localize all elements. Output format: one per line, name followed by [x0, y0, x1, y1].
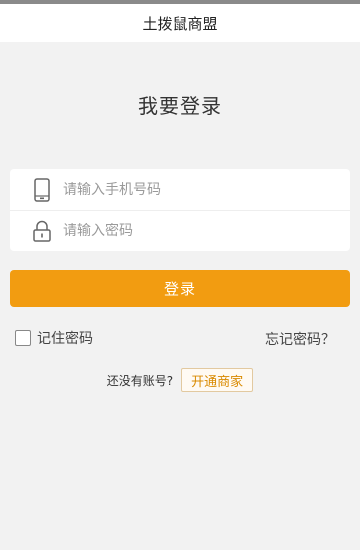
page-title: 我要登录: [138, 94, 222, 118]
phone-icon: [31, 177, 53, 203]
lock-icon: [31, 218, 53, 244]
login-form: [10, 169, 350, 251]
register-prompt: 还没有账号?: [106, 373, 174, 388]
password-input[interactable]: [63, 222, 313, 239]
login-button[interactable]: 登录: [10, 270, 350, 307]
app-title: 土拨鼠商盟: [142, 14, 218, 33]
register-row: 还没有账号? 开通商家: [0, 368, 360, 392]
remember-password[interactable]: 记住密码: [15, 329, 93, 347]
open-merchant-button[interactable]: 开通商家: [181, 368, 254, 392]
forgot-password-link[interactable]: 忘记密码？: [265, 329, 335, 348]
password-field-row: [10, 210, 350, 251]
remember-checkbox[interactable]: [15, 330, 31, 346]
phone-field-row: [10, 169, 350, 211]
remember-label: 记住密码: [37, 331, 93, 347]
navbar: 土拨鼠商盟: [0, 4, 360, 42]
phone-input[interactable]: [63, 181, 313, 198]
